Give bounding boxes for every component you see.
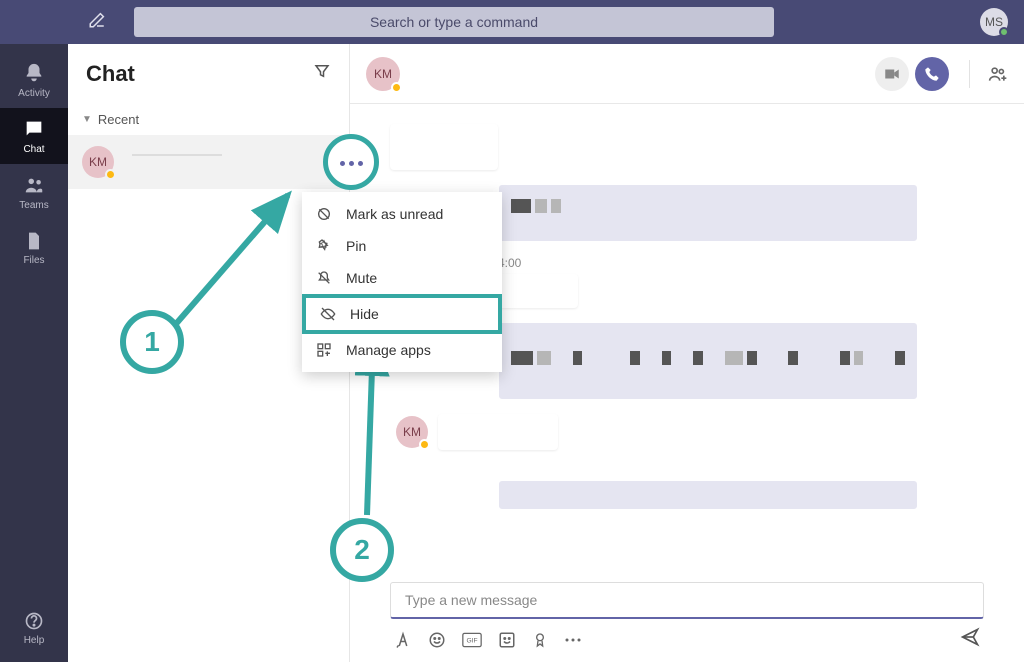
rail-help[interactable]: Help xyxy=(0,600,68,656)
chat-list-header: Chat xyxy=(68,44,349,104)
recent-header[interactable]: ▼ Recent xyxy=(68,104,349,135)
rail-teams-label: Teams xyxy=(19,200,48,211)
presence-available-icon xyxy=(999,27,1009,37)
menu-manage-apps[interactable]: Manage apps xyxy=(302,334,502,366)
recent-label: Recent xyxy=(98,112,139,127)
message-received[interactable] xyxy=(438,414,558,450)
current-user-avatar[interactable]: MS xyxy=(980,8,1008,36)
filter-icon[interactable] xyxy=(313,62,331,85)
callout-1-number: 1 xyxy=(144,326,160,358)
presence-away-icon xyxy=(419,439,430,450)
composer-placeholder: Type a new message xyxy=(405,592,537,608)
send-button[interactable] xyxy=(960,627,980,652)
svg-text:GIF: GIF xyxy=(466,637,477,644)
peer-initials: KM xyxy=(89,155,107,169)
mark-unread-icon xyxy=(316,206,338,222)
top-bar: Search or type a command MS xyxy=(0,0,1024,44)
message-sent[interactable] xyxy=(498,184,918,242)
menu-pin[interactable]: Pin xyxy=(302,230,502,262)
presence-away-icon xyxy=(105,169,116,180)
app-rail: Activity Chat Teams Files Help xyxy=(0,44,68,662)
chat-preview-redacted xyxy=(132,154,222,156)
chevron-down-icon: ▼ xyxy=(82,114,92,125)
rail-help-label: Help xyxy=(24,635,45,646)
message-received[interactable] xyxy=(390,124,498,170)
video-call-button[interactable] xyxy=(875,57,909,91)
more-compose-icon[interactable] xyxy=(564,637,582,643)
sticker-icon[interactable] xyxy=(498,631,516,649)
chat-header-initials: KM xyxy=(374,67,392,81)
apps-icon xyxy=(316,342,338,358)
praise-icon[interactable] xyxy=(532,631,548,649)
chat-context-menu: Mark as unread Pin Mute Hide Manage apps xyxy=(302,192,502,372)
chat-list-item[interactable]: KM xyxy=(68,135,349,189)
rail-files[interactable]: Files xyxy=(0,220,68,276)
chat-more-button[interactable] xyxy=(323,134,379,190)
peer-avatar: KM xyxy=(82,146,114,178)
rail-chat[interactable]: Chat xyxy=(0,108,68,164)
annotation-callout-2: 2 xyxy=(330,518,394,582)
presence-away-icon xyxy=(391,82,402,93)
menu-mark-unread[interactable]: Mark as unread xyxy=(302,198,502,230)
menu-manage-apps-label: Manage apps xyxy=(346,342,431,358)
gif-icon[interactable]: GIF xyxy=(462,632,482,648)
message-avatar: KM xyxy=(396,416,428,448)
mute-icon xyxy=(316,270,338,286)
rail-activity-label: Activity xyxy=(18,88,50,99)
pin-icon xyxy=(316,238,338,254)
hide-icon xyxy=(320,306,342,322)
search-placeholder: Search or type a command xyxy=(370,14,538,30)
audio-call-button[interactable] xyxy=(915,57,949,91)
menu-pin-label: Pin xyxy=(346,238,366,254)
message-avatar-initials: KM xyxy=(403,425,421,439)
menu-hide[interactable]: Hide xyxy=(302,294,502,334)
add-people-button[interactable] xyxy=(969,60,1008,88)
message-timestamp: 4:00 xyxy=(498,256,984,270)
rail-files-label: Files xyxy=(23,255,44,266)
message-sent[interactable] xyxy=(498,274,578,308)
menu-mute[interactable]: Mute xyxy=(302,262,502,294)
message-sent[interactable] xyxy=(498,480,918,510)
composer-input[interactable]: Type a new message xyxy=(390,582,984,619)
chat-list-title: Chat xyxy=(86,61,135,87)
chat-header: KM xyxy=(350,44,1024,104)
menu-mark-unread-label: Mark as unread xyxy=(346,206,443,222)
compose-button[interactable] xyxy=(88,11,106,34)
emoji-icon[interactable] xyxy=(428,631,446,649)
menu-mute-label: Mute xyxy=(346,270,377,286)
format-icon[interactable] xyxy=(394,631,412,649)
rail-teams[interactable]: Teams xyxy=(0,164,68,220)
message-composer: Type a new message GIF xyxy=(350,572,1024,662)
composer-toolbar: GIF xyxy=(390,619,984,652)
annotation-callout-1: 1 xyxy=(120,310,184,374)
callout-2-number: 2 xyxy=(354,534,370,566)
menu-hide-label: Hide xyxy=(350,306,379,322)
rail-activity[interactable]: Activity xyxy=(0,52,68,108)
chat-header-avatar[interactable]: KM xyxy=(366,57,400,91)
message-sent[interactable] xyxy=(498,322,918,400)
rail-chat-label: Chat xyxy=(23,144,44,155)
search-input[interactable]: Search or type a command xyxy=(134,7,774,37)
more-icon xyxy=(338,153,365,171)
